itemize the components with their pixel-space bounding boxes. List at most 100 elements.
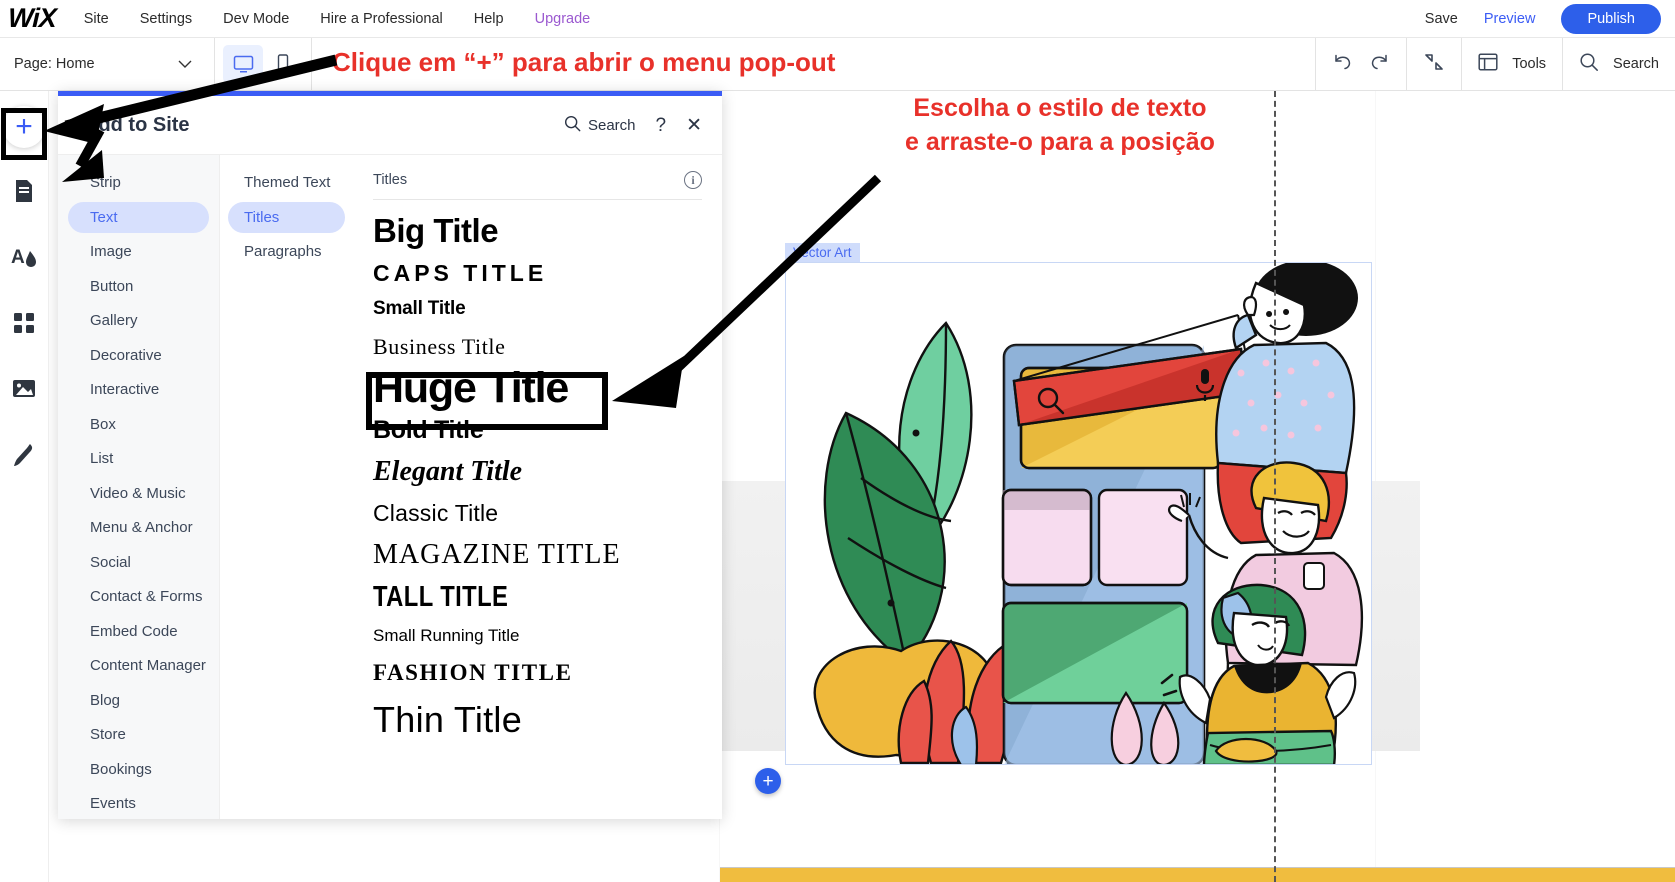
theme-icon: A (11, 245, 37, 274)
image-icon (12, 378, 36, 404)
sidebar-item-site-design[interactable]: A (3, 238, 45, 280)
category-item-blog[interactable]: Blog (68, 685, 209, 716)
category-item-menu-anchor[interactable]: Menu & Anchor (68, 512, 209, 543)
category-item-button[interactable]: Button (68, 271, 209, 302)
category-item-strip[interactable]: Strip (68, 167, 209, 198)
menu-item-settings[interactable]: Settings (140, 11, 192, 27)
topbar-actions: Save Preview Publish (1425, 4, 1675, 34)
title-style-item[interactable]: MAGAZINE TITLE (373, 540, 702, 569)
menu-item-upgrade[interactable]: Upgrade (535, 11, 591, 27)
sidebar-item-pages[interactable] (3, 172, 45, 214)
app-root: WiX Site Settings Dev Mode Hire a Profes… (0, 0, 1675, 882)
chevron-down-icon (178, 57, 192, 72)
subcategory-list: Themed Text TitlesParagraphs (220, 155, 353, 819)
annotation-highlight-huge-title (366, 372, 608, 430)
title-style-item[interactable]: Small Title (373, 299, 702, 319)
titles-list-column: Titles i Big Title CAPS TITLE Small Title B… (353, 155, 722, 819)
category-item-box[interactable]: Box (68, 409, 209, 440)
undo-redo-group (1315, 38, 1406, 91)
wix-logo[interactable]: WiX (7, 3, 56, 34)
category-list: Strip TextImage ButtonGallery DecorativeInt… (58, 155, 220, 819)
tools-button[interactable]: Tools (1461, 38, 1562, 91)
category-item-interactive[interactable]: Interactive (68, 374, 209, 405)
canvas-footer-strip[interactable] (720, 867, 1675, 882)
top-menu-bar: WiX Site Settings Dev Mode Hire a Profes… (0, 0, 1675, 38)
left-sidebar-rail: + A (0, 91, 49, 882)
tools-label: Tools (1512, 56, 1546, 72)
title-style-item[interactable]: Big Title (373, 214, 702, 249)
subcategory-item-titles[interactable]: Titles (228, 202, 345, 233)
page-selector[interactable]: Page: Home (0, 38, 215, 91)
subcategory-item-themed-text[interactable]: Themed Text (228, 167, 345, 198)
desktop-view-button[interactable] (223, 45, 263, 83)
sidebar-item-media[interactable] (3, 370, 45, 412)
panel-layout-icon (1478, 53, 1498, 76)
annotation-text-click-plus: Clique em “+” para abrir o menu pop-out (332, 45, 835, 80)
mobile-view-button[interactable] (263, 45, 303, 83)
viewmode-switcher (215, 38, 312, 91)
search-label: Search (1613, 56, 1659, 72)
panel-header: Add to Site Search ? ✕ (58, 96, 722, 155)
category-item-decorative[interactable]: Decorative (68, 340, 209, 371)
menu-item-dev-mode[interactable]: Dev Mode (223, 11, 289, 27)
subcategory-item-paragraphs[interactable]: Paragraphs (228, 236, 345, 267)
category-item-image[interactable]: Image (68, 236, 209, 267)
pen-icon (13, 443, 35, 472)
menu-item-help[interactable]: Help (474, 11, 504, 27)
menu-item-hire-a-professional[interactable]: Hire a Professional (320, 11, 443, 27)
editor-toolbar: Page: Home (0, 38, 1675, 91)
annotation-text-choose-style: Escolha o estilo de texto e arraste-o pa… (905, 92, 1215, 160)
panel-body: Strip TextImage ButtonGallery DecorativeInt… (58, 155, 722, 819)
add-to-site-panel: Add to Site Search ? ✕ Strip TextImage But… (58, 91, 722, 819)
category-item-contact-forms[interactable]: Contact & Forms (68, 581, 209, 612)
title-style-item[interactable]: Elegant Title (373, 457, 702, 486)
panel-header-actions: Search ? ✕ (564, 115, 702, 136)
titles-header-label: Titles (373, 172, 407, 188)
svg-text:A: A (11, 247, 25, 268)
title-style-item[interactable]: TALL TITLE (373, 582, 643, 612)
category-item-store[interactable]: Store (68, 719, 209, 750)
titles-list-header: Titles i (373, 171, 702, 200)
menu-item-site[interactable]: Site (84, 11, 109, 27)
title-style-item[interactable]: CAPS TITLE (373, 261, 702, 285)
title-style-item[interactable]: Business Title (373, 335, 702, 358)
sidebar-item-app-market[interactable] (3, 304, 45, 346)
info-icon[interactable]: i (684, 171, 702, 189)
undo-icon[interactable] (1332, 52, 1354, 77)
save-button[interactable]: Save (1425, 11, 1458, 27)
search-icon (564, 115, 581, 136)
close-icon[interactable]: ✕ (686, 116, 702, 135)
category-item-video-music[interactable]: Video & Music (68, 478, 209, 509)
zoom-out-button[interactable] (1406, 38, 1461, 91)
category-item-list[interactable]: List (68, 443, 209, 474)
category-item-bookings[interactable]: Bookings (68, 754, 209, 785)
panel-title: Add to Site (84, 114, 190, 137)
toolbar-right-actions: Tools Search (1315, 38, 1675, 91)
page-selector-label: Page: Home (14, 56, 95, 72)
category-item-embed-code[interactable]: Embed Code (68, 616, 209, 647)
canvas-guideline (1274, 91, 1276, 882)
page-icon (13, 179, 35, 208)
title-style-item[interactable]: Classic Title (373, 501, 702, 525)
zoom-out-icon (1423, 52, 1445, 77)
category-item-text[interactable]: Text (68, 202, 209, 233)
title-style-item[interactable]: Small Running Title (373, 627, 702, 645)
vector-art-element[interactable] (785, 262, 1372, 765)
panel-search-label: Search (588, 117, 636, 134)
category-item-gallery[interactable]: Gallery (68, 305, 209, 336)
category-item-events[interactable]: Events (68, 788, 209, 819)
publish-button[interactable]: Publish (1561, 4, 1661, 34)
title-style-item[interactable]: FASHION TITLE (373, 661, 702, 685)
redo-icon[interactable] (1368, 52, 1390, 77)
mobile-icon (276, 54, 290, 74)
panel-search-button[interactable]: Search (564, 115, 636, 136)
help-icon[interactable]: ? (656, 116, 667, 135)
sidebar-item-my-designs[interactable] (3, 436, 45, 478)
annotation-highlight-plus-button (1, 108, 47, 160)
search-button[interactable]: Search (1562, 38, 1675, 91)
preview-button[interactable]: Preview (1484, 11, 1536, 27)
add-section-button[interactable]: + (755, 768, 781, 794)
category-item-content-manager[interactable]: Content Manager (68, 650, 209, 681)
title-style-item[interactable]: Thin Title (373, 701, 702, 739)
category-item-social[interactable]: Social (68, 547, 209, 578)
